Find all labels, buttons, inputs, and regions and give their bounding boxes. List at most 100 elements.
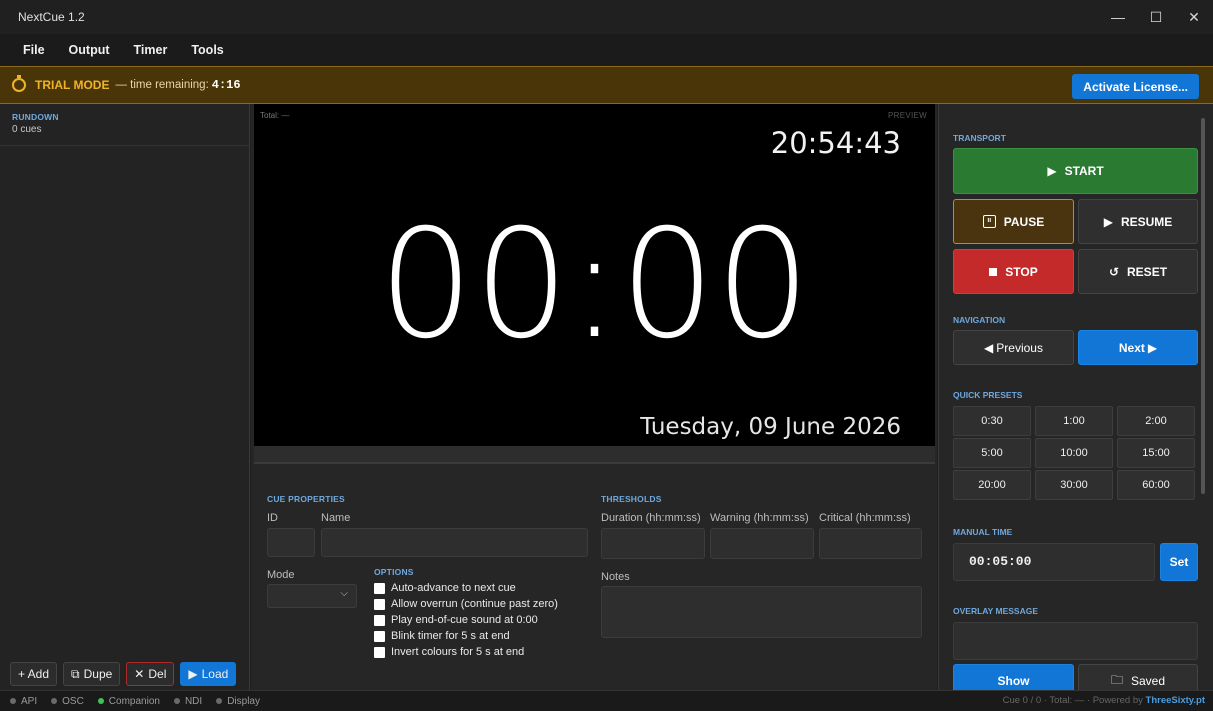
option-label: Blink timer for 5 s at end xyxy=(391,630,510,642)
checkbox[interactable] xyxy=(374,614,385,626)
resume-button[interactable]: ▶ RESUME xyxy=(1078,199,1198,244)
timer-preview: Total: — PREVIEW 20:54:43 00:00 Tuesday,… xyxy=(254,104,935,446)
status-label: Companion xyxy=(108,695,160,707)
brand-link[interactable]: ThreeSixty.pt xyxy=(1146,695,1205,706)
critical-label: Critical (hh:mm:ss) xyxy=(819,512,911,524)
duplicate-icon: ⧉ xyxy=(71,666,80,681)
rundown-count: 0 cues xyxy=(12,124,42,135)
menu-tools[interactable]: Tools xyxy=(179,43,235,57)
name-field[interactable] xyxy=(321,528,588,557)
menu-file[interactable]: File xyxy=(13,43,57,57)
saved-label: Saved xyxy=(1130,674,1166,688)
duration-label: Duration (hh:mm:ss) xyxy=(601,512,701,524)
wall-clock: 20:54:43 xyxy=(770,126,901,160)
cue-properties-title: CUE PROPERTIES xyxy=(267,494,345,504)
status-api: API xyxy=(10,696,37,707)
preset-20-00[interactable]: 20:00 xyxy=(953,470,1031,500)
load-label: Load xyxy=(201,667,229,681)
rundown-header: RUNDOWN 0 cues xyxy=(0,104,249,146)
rundown-actions: + Add ⧉ Dupe ✕ Del ▶ Load xyxy=(10,662,237,686)
option-allow-overrun[interactable]: Allow overrun (continue past zero) xyxy=(374,596,558,612)
checkbox[interactable] xyxy=(374,582,385,594)
delete-cue-button[interactable]: ✕ Del xyxy=(126,662,175,686)
load-cue-button[interactable]: ▶ Load xyxy=(180,662,237,686)
set-time-button[interactable]: Set xyxy=(1160,543,1198,581)
reset-button[interactable]: ↺ RESET xyxy=(1078,249,1198,294)
status-companion: Companion xyxy=(97,695,160,707)
status-label: NDI xyxy=(184,695,203,707)
next-label: Next xyxy=(1118,340,1145,355)
status-label: API xyxy=(21,695,38,707)
preset-0-30[interactable]: 0:30 xyxy=(953,406,1031,436)
preset-30-00[interactable]: 30:00 xyxy=(1035,470,1113,500)
saved-messages-button[interactable]: 🗀 Saved xyxy=(1078,664,1198,690)
option-label: Auto-advance to next cue xyxy=(391,582,516,594)
show-overlay-button[interactable]: Show xyxy=(953,664,1074,690)
name-label: Name xyxy=(321,512,351,524)
duration-field[interactable] xyxy=(601,528,705,559)
resume-label: RESUME xyxy=(1120,214,1173,229)
option-blink[interactable]: Blink timer for 5 s at end xyxy=(374,628,558,644)
play-icon: ▶ xyxy=(188,667,198,681)
preset-15-00[interactable]: 15:00 xyxy=(1117,438,1195,468)
option-invert[interactable]: Invert colours for 5 s at end xyxy=(374,644,558,660)
stop-icon xyxy=(989,267,998,276)
preset-1-00[interactable]: 1:00 xyxy=(1035,406,1113,436)
dupe-cue-button[interactable]: ⧉ Dupe xyxy=(63,662,121,686)
preset-10-00[interactable]: 10:00 xyxy=(1035,438,1113,468)
folder-icon: 🗀 xyxy=(1110,672,1123,687)
menu-timer[interactable]: Timer xyxy=(122,43,180,57)
reset-label: RESET xyxy=(1127,264,1168,279)
option-play-sound[interactable]: Play end-of-cue sound at 0:00 xyxy=(374,612,558,628)
warning-label: Warning (hh:mm:ss) xyxy=(710,512,809,524)
start-label: START xyxy=(1064,164,1104,178)
reset-icon: ↺ xyxy=(1108,264,1120,279)
menu-output[interactable]: Output xyxy=(57,43,122,57)
next-button[interactable]: Next ▶ xyxy=(1078,330,1198,365)
preset-2-00[interactable]: 2:00 xyxy=(1117,406,1195,436)
checkbox[interactable] xyxy=(374,630,385,642)
del-label: Del xyxy=(148,667,167,681)
mode-label: Mode xyxy=(267,569,295,581)
status-bar: API OSC Companion NDI Display Cue 0 / 0 … xyxy=(0,690,1213,711)
activate-license-button[interactable]: Activate License... xyxy=(1072,74,1199,99)
rundown-title: RUNDOWN xyxy=(12,112,59,122)
checkbox[interactable] xyxy=(374,646,385,658)
status-dot-icon xyxy=(216,698,223,704)
previous-label: Previous xyxy=(996,340,1043,355)
option-label: Allow overrun (continue past zero) xyxy=(391,598,558,610)
preset-5-00[interactable]: 5:00 xyxy=(953,438,1031,468)
add-cue-button[interactable]: + Add xyxy=(10,662,58,686)
previous-button[interactable]: ◀ Previous xyxy=(953,330,1074,365)
manual-time-input[interactable]: 00:05:00 xyxy=(953,543,1155,581)
overlay-message-title: OVERLAY MESSAGE xyxy=(953,606,1039,616)
option-auto-advance[interactable]: Auto-advance to next cue xyxy=(374,580,558,596)
preset-60-00[interactable]: 60:00 xyxy=(1117,470,1195,500)
manual-time-title: MANUAL TIME xyxy=(953,527,1013,537)
start-button[interactable]: ▶ START xyxy=(953,148,1198,194)
chevron-down-icon: ⌵ xyxy=(340,588,348,599)
warning-field[interactable] xyxy=(710,528,814,559)
quick-presets-title: QUICK PRESETS xyxy=(953,390,1023,400)
mode-select[interactable]: ⌵ xyxy=(267,584,357,608)
trial-remaining-time: 4:16 xyxy=(211,78,241,92)
stop-button[interactable]: STOP xyxy=(953,249,1074,294)
checkbox[interactable] xyxy=(374,598,385,610)
minimize-button[interactable]: — xyxy=(1099,0,1137,34)
overlay-message-input[interactable] xyxy=(953,622,1198,660)
close-button[interactable]: ✕ xyxy=(1175,0,1213,34)
thresholds-title: THRESHOLDS xyxy=(601,494,662,504)
critical-field[interactable] xyxy=(819,528,922,559)
stop-label: STOP xyxy=(1005,264,1038,279)
progress-track[interactable] xyxy=(254,446,935,464)
status-label: Display xyxy=(227,695,260,707)
notes-field[interactable] xyxy=(601,586,922,638)
panel-scrollbar[interactable] xyxy=(1201,118,1205,494)
maximize-button[interactable]: ☐ xyxy=(1137,0,1175,34)
date-display: Tuesday, 09 June 2026 xyxy=(640,414,901,440)
chevron-right-icon: ▶ xyxy=(1147,340,1158,355)
id-field[interactable] xyxy=(267,528,315,557)
countdown-display: 00:00 xyxy=(378,198,811,372)
pause-label: PAUSE xyxy=(1003,214,1045,229)
pause-button[interactable]: ıı PAUSE xyxy=(953,199,1074,244)
